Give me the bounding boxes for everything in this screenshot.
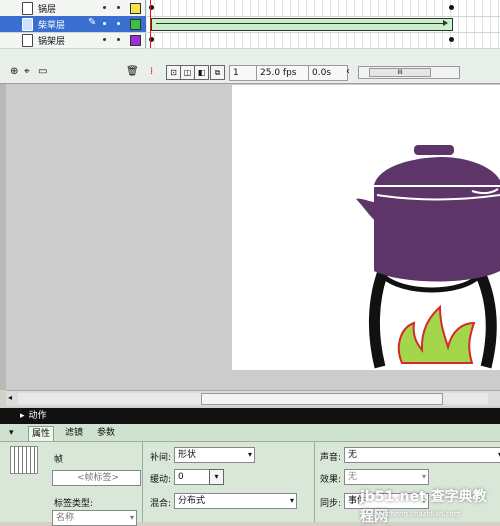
frame-label: 帧 [54, 455, 64, 465]
frame-icon [10, 446, 38, 474]
visibility-dot[interactable] [103, 6, 106, 9]
actions-panel-header[interactable]: ▸ 动作 [0, 408, 500, 424]
onion-outline-button[interactable]: ◧ [194, 65, 209, 80]
artwork [356, 145, 500, 369]
outline-color-swatch[interactable] [130, 35, 141, 46]
add-guide-layer-icon[interactable]: ⌖ [24, 66, 30, 78]
layer-list: 锅层 柴草层 ✎ 锅架层 [0, 0, 146, 49]
effect-select[interactable]: 无 [344, 469, 429, 485]
tween-arrow [156, 20, 448, 26]
edit-multiple-frames-button[interactable]: ⧉ [210, 65, 225, 80]
visibility-dot[interactable] [103, 38, 106, 41]
watermark-text: jb51.net 查字典教程网 [360, 489, 487, 525]
layer-page-icon [22, 2, 33, 15]
playhead-marker-icon[interactable]: ⁞ [150, 66, 153, 78]
timeline-scrollbar[interactable]: III [358, 66, 460, 79]
layer-name: 锅层 [38, 5, 57, 15]
label-type-select[interactable]: 名称 [52, 510, 137, 526]
keyframe[interactable] [449, 37, 454, 42]
tween-select[interactable]: 形状 [174, 447, 255, 463]
sound-label: 声音: [320, 453, 342, 463]
onion-skin-button[interactable]: ◫ [180, 65, 195, 80]
blend-label: 混合: [150, 499, 172, 509]
layer-row-chaicao[interactable]: 柴草层 ✎ [0, 16, 146, 33]
keyframe[interactable] [449, 5, 454, 10]
blend-select[interactable]: 分布式 [174, 493, 297, 509]
divider [142, 442, 143, 522]
playhead[interactable] [150, 0, 151, 48]
frame-row[interactable] [147, 0, 500, 17]
timeline-status-bar: ⊕ ⌖ ▭ 🗑 ⁞ ⊡ ◫ ◧ ⧉ 1 25.0 fps 0.0s ‹ III [0, 62, 500, 82]
actions-title: 动作 [28, 411, 47, 421]
timeline-scroll-thumb[interactable]: III [369, 68, 431, 77]
add-folder-icon[interactable]: ▭ [38, 66, 47, 78]
lock-dot[interactable] [117, 6, 120, 9]
pot-lid [374, 157, 500, 185]
watermark-url: jiaocheng.chazidian.com [374, 510, 461, 518]
properties-tabs: ▾ 属性 滤镜 参数 [0, 424, 500, 442]
sound-select[interactable]: 无 [344, 447, 500, 463]
current-frame: 1 [229, 65, 259, 81]
tab-parameters[interactable]: 参数 [94, 426, 118, 440]
grass-fire [397, 304, 476, 364]
layer-row-guo[interactable]: 锅层 [0, 0, 146, 17]
pot-stand-right-leg [473, 266, 497, 369]
tab-properties[interactable]: 属性 [28, 426, 55, 441]
tween-label: 补间: [150, 453, 172, 463]
layer-page-icon [22, 18, 33, 31]
layer-row-guojia[interactable]: 锅架层 [0, 32, 146, 49]
frame-grid[interactable] [147, 0, 500, 49]
outline-color-swatch[interactable] [130, 3, 141, 14]
frame-name-input[interactable]: <帧标签> [52, 470, 141, 486]
label-type-label: 标签类型: [54, 499, 94, 509]
sync-label: 同步: [320, 499, 342, 509]
pot-body [374, 187, 500, 282]
expand-arrow-icon[interactable]: ▸ [20, 411, 25, 421]
add-layer-icon[interactable]: ⊕ [10, 66, 18, 78]
divider [314, 442, 315, 522]
layer-page-icon [22, 34, 33, 47]
frame-row[interactable] [147, 32, 500, 49]
layer-name: 锅架层 [38, 37, 66, 47]
collapse-arrow-icon[interactable]: ▾ [6, 426, 17, 440]
center-frame-button[interactable]: ⊡ [166, 65, 181, 80]
stage-canvas[interactable] [232, 85, 500, 370]
ease-dropdown-icon[interactable]: ▾ [209, 469, 224, 485]
elapsed-time: 0.0s [308, 65, 348, 81]
scroll-left-icon[interactable]: ‹ [346, 66, 350, 78]
frame-rate[interactable]: 25.0 fps [256, 65, 310, 81]
timeline-panel: 锅层 柴草层 ✎ 锅架层 ⊕ ⌖ ▭ 🗑 ⁞ ⊡ ◫ ◧ ⧉ 1 25.0 fp… [0, 0, 500, 84]
frame-row[interactable] [147, 16, 500, 33]
ease-label: 缓动: [150, 475, 172, 485]
visibility-dot[interactable] [103, 22, 106, 25]
tab-filters[interactable]: 滤镜 [62, 426, 86, 440]
outline-color-swatch[interactable] [130, 19, 141, 30]
scroll-thumb[interactable] [201, 393, 443, 405]
trash-icon[interactable]: 🗑 [126, 66, 139, 78]
watermark: jb51.net 查字典教程网 jiaocheng.chazidian.com [360, 486, 500, 525]
scroll-left-arrow-icon[interactable]: ◂ [8, 393, 12, 402]
pot-stand-left-leg [368, 267, 390, 369]
effect-label: 效果: [320, 475, 342, 485]
stage-scrollbar[interactable]: ◂ [6, 390, 500, 406]
shape-tween-span[interactable] [151, 18, 453, 31]
lock-dot[interactable] [117, 38, 120, 41]
lock-dot[interactable] [117, 22, 120, 25]
pencil-icon: ✎ [88, 17, 97, 28]
layer-name: 柴草层 [38, 21, 66, 31]
pot-lid-handle [414, 145, 454, 155]
ease-input[interactable]: 0 [174, 469, 213, 485]
